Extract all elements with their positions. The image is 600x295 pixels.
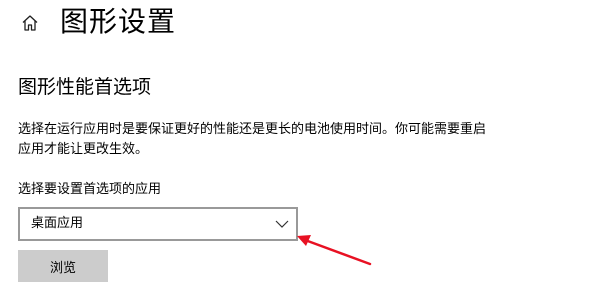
home-button[interactable] bbox=[18, 11, 42, 35]
header: 图形设置 bbox=[0, 0, 600, 48]
home-icon bbox=[22, 15, 38, 31]
app-type-selected-value: 桌面应用 bbox=[31, 216, 84, 231]
browse-button[interactable]: 浏览 bbox=[18, 250, 108, 282]
page-title: 图形设置 bbox=[60, 5, 177, 38]
app-type-dropdown[interactable]: 桌面应用 bbox=[18, 207, 298, 241]
section-title: 图形性能首选项 bbox=[18, 76, 152, 98]
chevron-down-icon bbox=[275, 220, 289, 228]
app-type-label: 选择要设置首选项的应用 bbox=[18, 182, 162, 197]
description-text: 选择在运行应用时是要保证更好的性能还是更长的电池使用时间。你可能需要重启应用才能… bbox=[18, 122, 487, 157]
